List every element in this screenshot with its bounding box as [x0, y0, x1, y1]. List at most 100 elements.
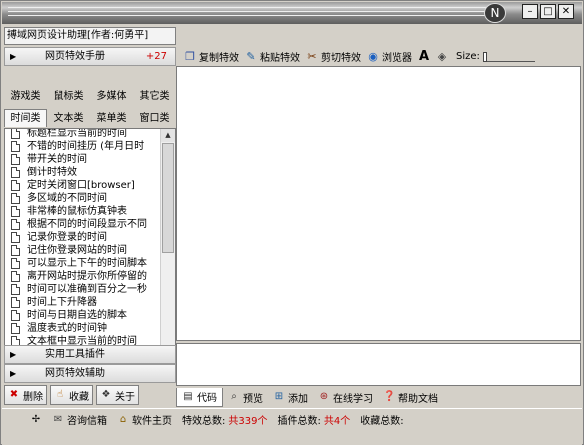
category-text[interactable]: 文本类 [47, 109, 90, 127]
list-item[interactable]: 不错的时间挂历 (年月日时 [5, 140, 159, 153]
tab-preview[interactable]: ⌕ 预览 [223, 388, 268, 407]
document-icon [11, 129, 20, 139]
browser-button[interactable]: ◉ 浏览器 [367, 49, 412, 64]
delete-button[interactable]: ✖ 删除 [4, 385, 47, 405]
color-button[interactable]: ◈ [436, 49, 448, 63]
document-icon [11, 219, 20, 230]
list-item-label: 带开关的时间 [27, 154, 87, 165]
assist-label: 网页特效辅助 [45, 368, 105, 379]
notes-editor[interactable] [176, 343, 581, 386]
paste-icon: ✎ [246, 49, 256, 63]
tools-section-header[interactable]: ▶ 实用工具插件 [4, 345, 176, 364]
category-window[interactable]: 窗口类 [133, 109, 176, 127]
list-item[interactable]: 定时关闭窗口[browser] [5, 179, 159, 192]
code-editor[interactable] [176, 66, 581, 341]
list-item[interactable]: 根据不同的时间段显示不同 [5, 218, 159, 231]
category-games[interactable]: 游戏类 [4, 87, 47, 105]
document-icon [11, 154, 20, 165]
list-item-label: 定时关闭窗口[browser] [27, 180, 135, 191]
homepage-link[interactable]: ⌂ 软件主页 [117, 412, 172, 428]
category-other[interactable]: 其它类 [133, 87, 176, 105]
list-item[interactable]: 时间可以准确到百分之一秒 [5, 283, 159, 296]
paste-effect-button[interactable]: ✎ 粘贴特效 [245, 49, 300, 64]
tab-learn[interactable]: ⊛ 在线学习 [313, 388, 378, 407]
category-menu[interactable]: 菜单类 [90, 109, 133, 127]
list-item-label: 不错的时间挂历 (年月日时 [27, 141, 145, 152]
scroll-up-icon[interactable]: ▲ [161, 129, 175, 142]
size-slider-knob[interactable] [482, 51, 487, 62]
paint-bucket-icon: ◈ [437, 49, 447, 63]
list-item[interactable]: 记住你登录网站的时间 [5, 244, 159, 257]
title-bar[interactable]: N – □ ✕ [2, 2, 582, 24]
list-scrollbar[interactable]: ▲ ▼ [160, 129, 175, 368]
document-icon [11, 206, 20, 217]
list-item[interactable]: 可以显示上下午的时间脚本 [5, 257, 159, 270]
collect-label: 收藏 [69, 391, 89, 403]
handbook-label: 网页特效手册 [45, 51, 105, 62]
effects-count-value: 共339个 [228, 416, 268, 427]
editor-tabs: ▤ 代码 ⌕ 预览 ⊞ 添加 ⊛ 在线学习 ❓ 帮助文档 [176, 387, 581, 407]
app-window: N – □ ✕ 搏域网页设计助理[作者:何勇平] ▶ 网页特效手册 +27 游戏… [0, 0, 584, 445]
list-item[interactable]: 离开网站时提示你所停留的 [5, 270, 159, 283]
list-item[interactable]: 记录你登录的时间 [5, 231, 159, 244]
font-button[interactable]: A [418, 48, 430, 64]
document-icon [11, 245, 20, 256]
consult-mail-link[interactable]: ✉ 咨询信箱 [52, 412, 107, 428]
handbook-section-header[interactable]: ▶ 网页特效手册 +27 [4, 47, 176, 66]
delete-label: 删除 [23, 391, 43, 403]
copy-icon: ❐ [185, 49, 195, 63]
maximize-button[interactable]: □ [540, 4, 556, 19]
magnifier-icon: ⌕ [231, 391, 237, 402]
close-button[interactable]: ✕ [558, 4, 574, 19]
list-item-label: 离开网站时提示你所停留的 [27, 271, 147, 282]
document-icon [11, 193, 20, 204]
collect-button[interactable]: ☝ 收藏 [50, 385, 93, 405]
document-icon [11, 180, 20, 191]
copy-effect-button[interactable]: ❐ 复制特效 [184, 49, 239, 64]
tab-add[interactable]: ⊞ 添加 [268, 388, 313, 407]
list-item[interactable]: 带开关的时间 [5, 153, 159, 166]
browser-icon: ◉ [368, 49, 378, 63]
category-media[interactable]: 多媒体 [90, 87, 133, 105]
minimize-button[interactable]: – [522, 4, 538, 19]
help-icon: ❓ [383, 391, 396, 402]
effects-count: 特效总数: 共339个 [182, 412, 267, 427]
cut-label: 剪切特效 [321, 53, 361, 64]
scrollbar-thumb[interactable] [162, 143, 174, 253]
pin-icon: ✢ [31, 413, 41, 425]
about-button[interactable]: ❖ 关于 [96, 385, 139, 405]
list-item[interactable]: 时间上下升降器 [5, 296, 159, 309]
list-item-label: 时间上下升降器 [27, 297, 97, 308]
paste-label: 粘贴特效 [260, 53, 300, 64]
list-item-label: 记录你登录的时间 [27, 232, 107, 243]
list-item[interactable]: 时间与日期自选的脚本 [5, 309, 159, 322]
plugins-count-value: 共4个 [323, 416, 351, 427]
about-label: 关于 [115, 391, 135, 403]
left-button-row: ✖ 删除 ☝ 收藏 ❖ 关于 [4, 385, 176, 406]
plugins-count: 插件总数: 共4个 [277, 412, 350, 427]
size-slider[interactable] [482, 51, 535, 62]
list-item[interactable]: 多区域的不同时间 [5, 192, 159, 205]
expand-arrow-icon: ▶ [10, 52, 17, 61]
tab-preview-label: 预览 [243, 393, 263, 405]
list-item[interactable]: 倒计时特效 [5, 166, 159, 179]
tab-add-label: 添加 [288, 393, 308, 405]
list-item[interactable]: 非常棒的鼠标仿真钟表 [5, 205, 159, 218]
effects-list[interactable]: 标题栏显示当前的时间 不错的时间挂历 (年月日时 带开关的时间 倒计时特效 定时… [4, 128, 176, 369]
title-bar-stripe [8, 15, 492, 16]
tab-learn-label: 在线学习 [333, 393, 373, 405]
category-time[interactable]: 时间类 [4, 109, 47, 127]
font-icon: A [418, 48, 430, 64]
left-panel: 搏域网页设计助理[作者:何勇平] ▶ 网页特效手册 +27 游戏类 鼠标类 多媒… [4, 27, 176, 407]
tab-code[interactable]: ▤ 代码 [176, 387, 223, 407]
list-item-label: 记住你登录网站的时间 [27, 245, 127, 256]
size-label: Size: [456, 51, 480, 62]
cut-effect-button[interactable]: ✂ 剪切特效 [306, 49, 361, 64]
expand-arrow-icon: ▶ [10, 369, 17, 378]
list-item[interactable]: 标题栏显示当前的时间 [5, 129, 159, 140]
document-icon [11, 297, 20, 308]
category-mouse[interactable]: 鼠标类 [47, 87, 90, 105]
list-item[interactable]: 温度表式的时间钟 [5, 322, 159, 335]
tab-help[interactable]: ❓ 帮助文档 [378, 388, 443, 407]
assist-section-header[interactable]: ▶ 网页特效辅助 [4, 364, 176, 383]
